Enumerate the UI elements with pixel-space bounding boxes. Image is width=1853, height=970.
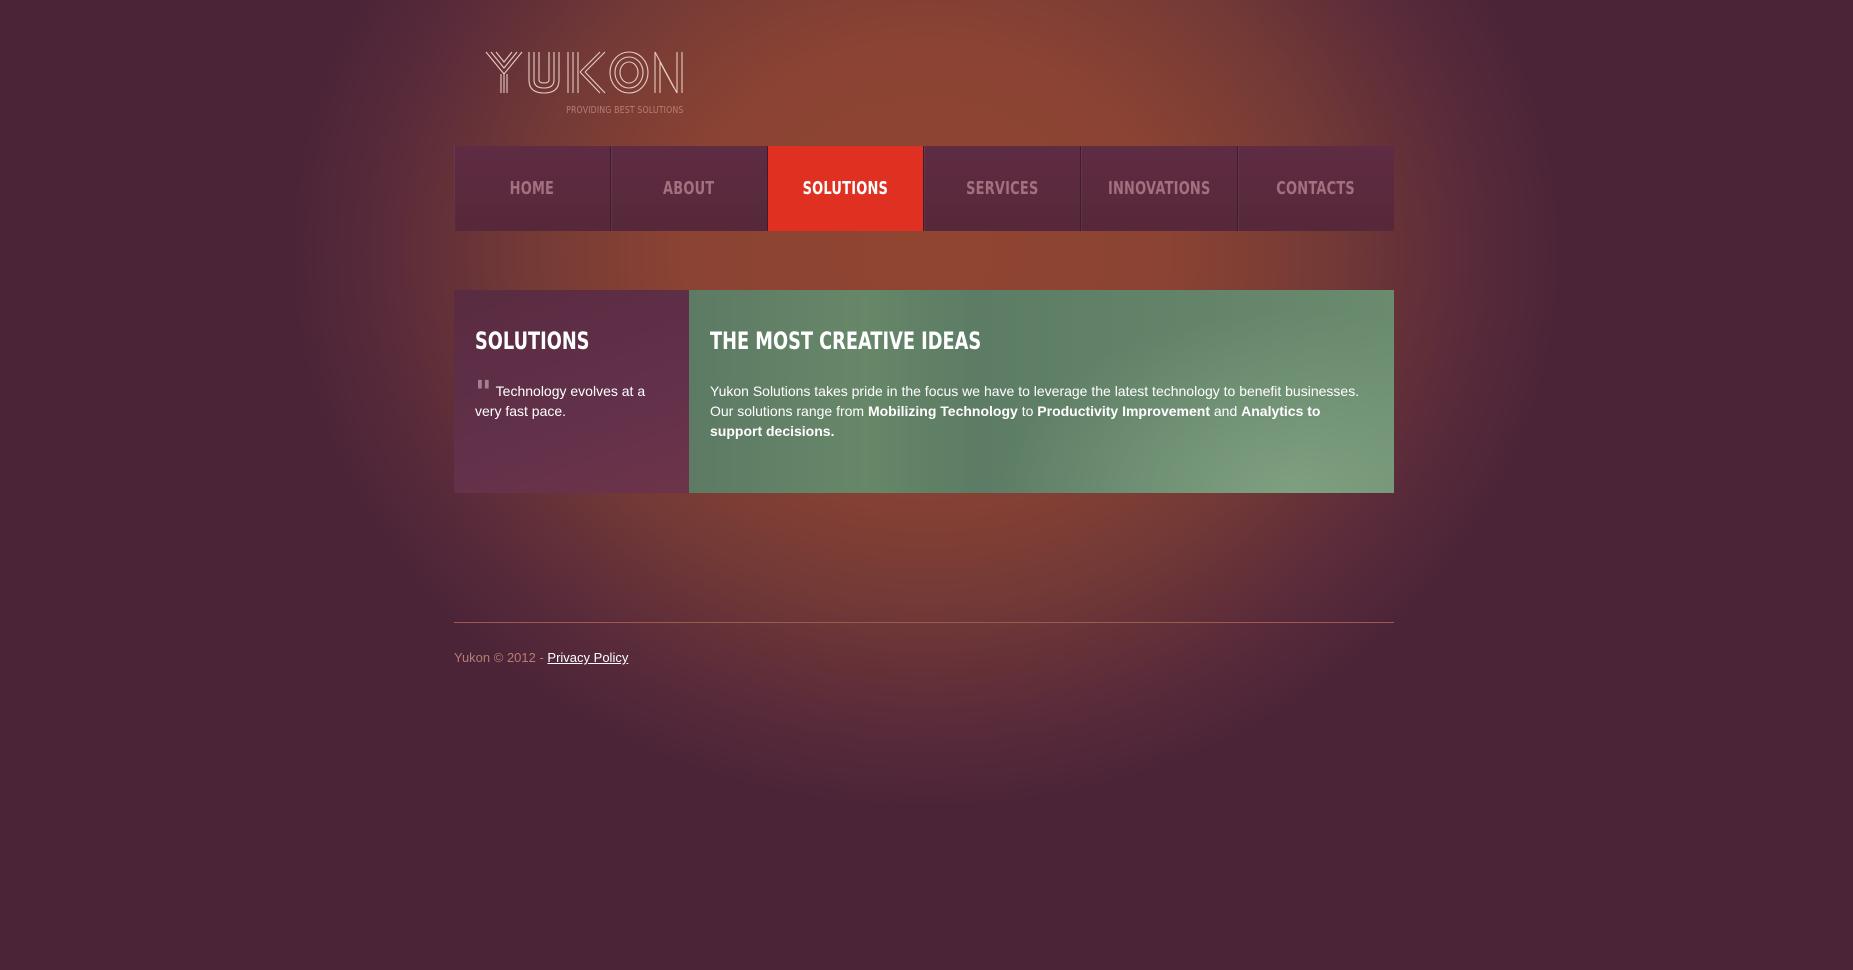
main-title: THE MOST CREATIVE IDEAS	[710, 327, 982, 355]
logo-wordmark	[485, 51, 683, 94]
nav-item-label: SOLUTIONS	[802, 178, 889, 199]
privacy-policy-link[interactable]: Privacy Policy	[547, 650, 628, 665]
footer-divider	[454, 622, 1394, 623]
main-description: Yukon Solutions takes pride in the focus…	[710, 381, 1373, 441]
tagline: PROVIDING BEST SOLUTIONS	[566, 105, 684, 116]
logo[interactable]: PROVIDING BEST SOLUTIONS	[484, 48, 684, 122]
main-nav: HOME ABOUT SOLUTIONS SERVICES INNOVATION…	[454, 146, 1394, 231]
nav-item-label: CONTACTS	[1276, 178, 1356, 199]
main-box: THE MOST CREATIVE IDEAS Yukon Solutions …	[689, 290, 1394, 493]
quote-icon: "	[475, 373, 492, 411]
quote-text: Technology evolves at a very fast pace.	[475, 383, 646, 419]
nav-item-innovations[interactable]: INNOVATIONS	[1081, 146, 1239, 231]
nav-item-label: ABOUT	[663, 178, 715, 199]
nav-item-about[interactable]: ABOUT	[611, 146, 768, 231]
copyright-text: Yukon © 2012 -	[454, 650, 548, 665]
nav-item-services[interactable]: SERVICES	[924, 146, 1082, 231]
sidebar-quote: " Technology evolves at a very fast pace.	[475, 373, 671, 421]
nav-item-solutions[interactable]: SOLUTIONS	[767, 146, 925, 231]
desc-highlight: Mobilizing Technology	[867, 403, 1018, 419]
nav-item-home[interactable]: HOME	[454, 146, 611, 231]
content-section: SOLUTIONS " Technology evolves at a very …	[454, 290, 1394, 493]
sidebar-title: SOLUTIONS	[475, 327, 590, 355]
desc-highlight: Productivity Improvement	[1037, 403, 1210, 419]
footer: Yukon © 2012 - Privacy Policy	[454, 650, 628, 666]
sidebar-box: SOLUTIONS " Technology evolves at a very …	[454, 290, 689, 493]
nav-item-contacts[interactable]: CONTACTS	[1238, 146, 1394, 231]
nav-item-label: HOME	[509, 178, 555, 199]
desc-text: to	[1017, 403, 1038, 419]
desc-text: and	[1209, 403, 1242, 419]
nav-item-label: SERVICES	[966, 178, 1039, 199]
nav-item-label: INNOVATIONS	[1107, 178, 1211, 199]
